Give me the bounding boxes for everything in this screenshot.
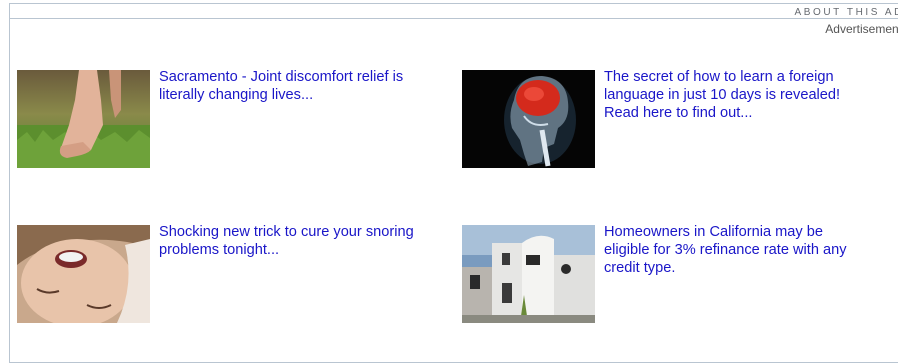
sleeping-face-snoring-photo[interactable]: [17, 225, 150, 323]
advertisement-label: Advertisement: [825, 22, 898, 36]
about-this-ad-link[interactable]: ABOUT THIS AD: [794, 7, 898, 18]
about-this-ad-bar: ABOUT THIS AD: [9, 3, 898, 19]
ad-headline[interactable]: The secret of how to learn a foreign lan…: [604, 68, 864, 122]
ad-headline[interactable]: Shocking new trick to cure your snoring …: [159, 223, 419, 259]
ad-headline[interactable]: Homeowners in California may be eligible…: [604, 223, 864, 277]
white-modern-house-photo[interactable]: [462, 225, 595, 323]
ad-headline[interactable]: Sacramento - Joint discomfort relief is …: [159, 68, 419, 104]
xray-head-brain-photo[interactable]: [462, 70, 595, 168]
bare-foot-on-grass-photo[interactable]: [17, 70, 150, 168]
